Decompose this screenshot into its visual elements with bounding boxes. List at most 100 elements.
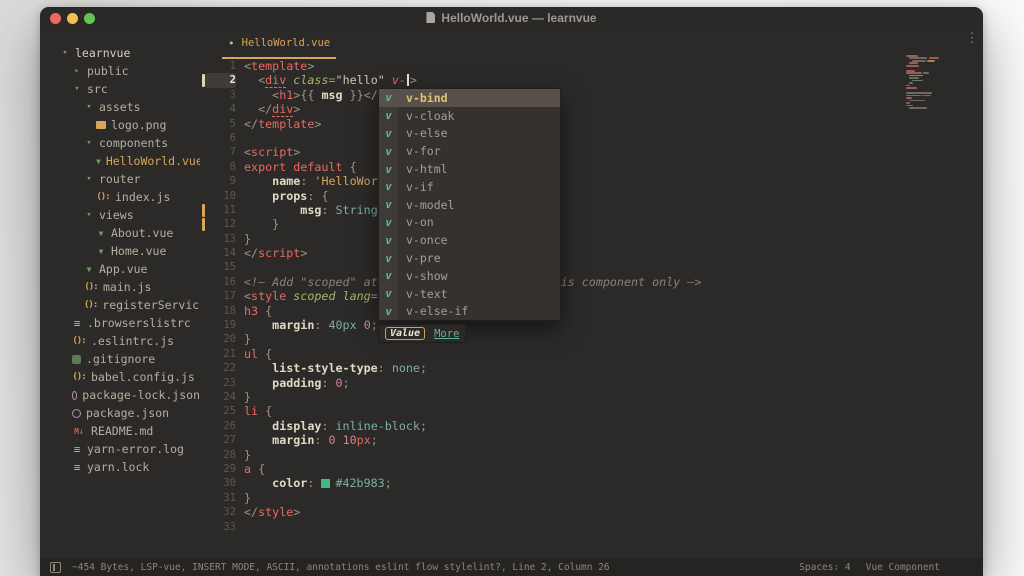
completion-item-v-show[interactable]: vv-show [379,267,560,285]
code-line-16[interactable]: 16<!— Add "scoped" attribute to limit CS… [200,275,983,289]
tree-item-registerservicew[interactable]: ():registerServiceW [40,296,200,314]
tree-item-label: .gitignore [86,352,155,366]
token-tag: script [258,246,300,260]
code-line-15[interactable]: 15 [200,260,983,274]
code-line-33[interactable]: 33 [200,520,983,534]
completion-item-v-cloak[interactable]: vv-cloak [379,107,560,125]
completion-item-v-for[interactable]: vv-for [379,142,560,160]
tree-item-index-js[interactable]: ():index.js [40,188,200,206]
vue-directive-icon: v [379,89,398,107]
completion-item-v-else-if[interactable]: vv-else-if [379,303,560,321]
tree-item-home-vue[interactable]: ▼Home.vue [40,242,200,260]
code-line-24[interactable]: 24} [200,390,983,404]
minimap-row [906,97,968,99]
tree-item-yarn-error-log[interactable]: ≡yarn-error.log [40,440,200,458]
tree-item-public[interactable]: ▸public [40,62,200,80]
tree-item-views[interactable]: ▾views [40,206,200,224]
completion-item-v-on[interactable]: vv-on [379,214,560,232]
tree-item-src[interactable]: ▾src [40,80,200,98]
completion-item-v-text[interactable]: vv-text [379,285,560,303]
tree-item-babel-config-js[interactable]: ():babel.config.js [40,368,200,386]
tree-item-app-vue[interactable]: ▼App.vue [40,260,200,278]
titlebar[interactable]: HelloWorld.vue — learnvue [40,7,983,29]
tree-item-package-lock-json[interactable]: package-lock.json [40,386,200,404]
tree-item-logo-png[interactable]: logo.png [40,116,200,134]
code-line-2[interactable]: 2 <div class="hello" v-> [200,73,983,87]
completion-item-v-model[interactable]: vv-model [379,196,560,214]
code-line-14[interactable]: 14</script> [200,246,983,260]
code-text: </style> [244,505,300,519]
line-number: 9 [205,174,236,188]
code-line-26[interactable]: 26 display: inline-block; [200,419,983,433]
status-spaces[interactable]: Spaces: 4 [799,562,850,573]
code-line-18[interactable]: 18h3 { [200,304,983,318]
code-area[interactable]: 1<template>2 <div class="hello" v->3 <h1… [200,59,983,558]
completion-item-v-once[interactable]: vv-once [379,231,560,249]
tree-item-label: .browserslistrc [87,316,191,330]
code-line-23[interactable]: 23 padding: 0; [200,376,983,390]
status-filetype[interactable]: Vue Component [866,562,940,573]
code-line-19[interactable]: 19 margin: 40px 0; [200,318,983,332]
code-line-21[interactable]: 21ul { [200,347,983,361]
tree-item-main-js[interactable]: ():main.js [40,278,200,296]
minimap[interactable] [906,55,968,119]
code-line-30[interactable]: 30 color: #42b983; [200,476,983,490]
code-line-8[interactable]: 8export default { [200,160,983,174]
tree-item--eslintrc-js[interactable]: ():.eslintrc.js [40,332,200,350]
code-line-7[interactable]: 7<script> [200,145,983,159]
code-line-28[interactable]: 28} [200,448,983,462]
tree-item-package-json[interactable]: package.json [40,404,200,422]
code-line-5[interactable]: 5</template> [200,117,983,131]
code-line-20[interactable]: 20} [200,332,983,346]
code-line-27[interactable]: 27 margin: 0 10px; [200,433,983,447]
code-line-3[interactable]: 3 <h1>{{ msg }}</h1> [200,88,983,102]
completion-item-v-html[interactable]: vv-html [379,160,560,178]
completion-item-v-if[interactable]: vv-if [379,178,560,196]
code-line-10[interactable]: 10 props: { [200,189,983,203]
tab-helloworld-vue[interactable]: • HelloWorld.vue [222,29,336,59]
token-prop: margin [272,433,314,447]
tree-item-readme-md[interactable]: M↓README.md [40,422,200,440]
tree-item-router[interactable]: ▾router [40,170,200,188]
code-line-9[interactable]: 9 name: 'HelloWorld', [200,174,983,188]
token-prop: msg [300,203,321,217]
code-line-4[interactable]: 4 </div> [200,102,983,116]
completion-item-v-else[interactable]: vv-else [379,125,560,143]
token-p: { [265,304,272,318]
code-line-13[interactable]: 13} [200,232,983,246]
completion-label: v-if [398,178,434,196]
code-line-12[interactable]: 12 } [200,217,983,231]
completion-item-v-pre[interactable]: vv-pre [379,249,560,267]
code-line-25[interactable]: 25li { [200,404,983,418]
tree-item--gitignore[interactable]: .gitignore [40,350,200,368]
tree-item-learnvue[interactable]: ▾learnvue [40,44,200,62]
code-line-1[interactable]: 1<template> [200,59,983,73]
completion-kind-badge: Value [385,327,425,340]
tree-item-assets[interactable]: ▾assets [40,98,200,116]
completion-item-v-bind[interactable]: vv-bind [379,89,560,107]
tree-item-helloworld-vue[interactable]: ▼HelloWorld.vue [40,152,200,170]
code-line-17[interactable]: 17<style scoped lang= [200,289,983,303]
completion-more-link[interactable]: More [434,328,459,340]
completion-label: v-cloak [398,107,454,125]
token-num: 0 [336,376,343,390]
list-file-icon: ≡ [72,443,82,456]
code-line-32[interactable]: 32</style> [200,505,983,519]
kebab-menu-icon[interactable]: ⋮ [962,31,982,46]
tree-item--browserslistrc[interactable]: ≡.browserslistrc [40,314,200,332]
tree-item-components[interactable]: ▾components [40,134,200,152]
tree-item-label: index.js [115,190,170,204]
token-txt [244,189,272,203]
code-line-11[interactable]: 11 msg: String [200,203,983,217]
token-p: : [378,361,385,375]
tree-item-yarn-lock[interactable]: ≡yarn.lock [40,458,200,476]
code-line-22[interactable]: 22 list-style-type: none; [200,361,983,375]
tree-item-label: .eslintrc.js [91,334,174,348]
code-line-31[interactable]: 31} [200,491,983,505]
line-number: 17 [205,289,236,303]
token-txt [244,318,272,332]
tree-item-about-vue[interactable]: ▼About.vue [40,224,200,242]
code-line-6[interactable]: 6 [200,131,983,145]
code-line-29[interactable]: 29a { [200,462,983,476]
code-text: a { [244,462,265,476]
